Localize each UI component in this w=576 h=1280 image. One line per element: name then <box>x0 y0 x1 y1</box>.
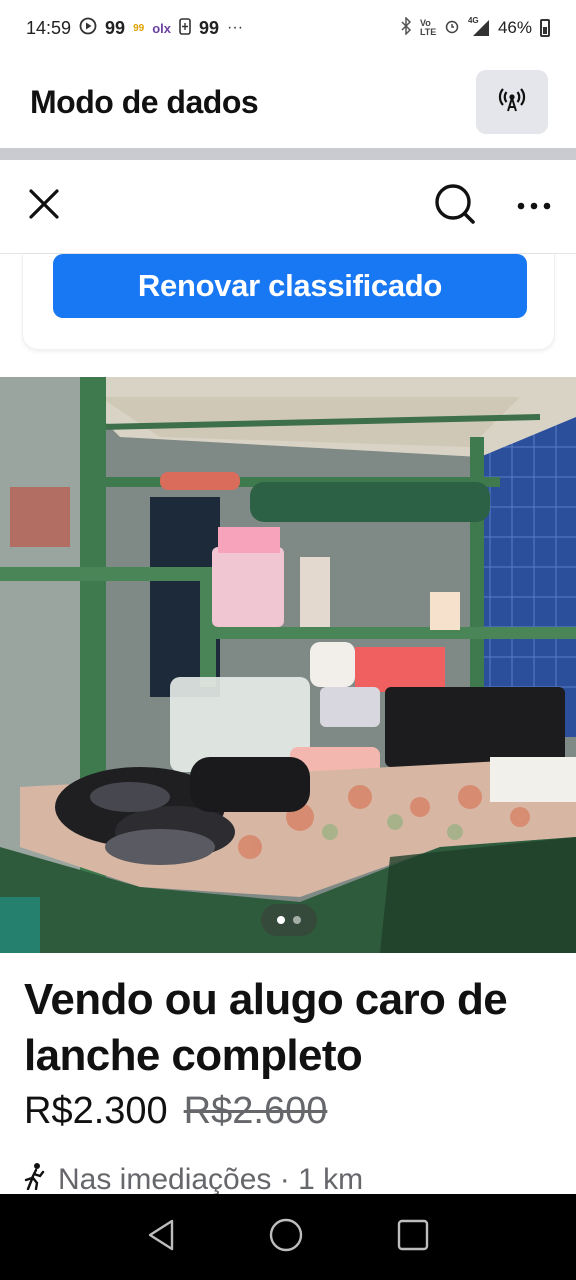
bluetooth-icon <box>400 16 412 39</box>
listing-photo[interactable] <box>0 377 576 953</box>
recents-icon <box>396 1219 430 1256</box>
olx-icon: olx <box>152 20 171 36</box>
carousel-dot-2 <box>293 916 301 924</box>
data-mode-button[interactable] <box>476 70 548 134</box>
back-button[interactable] <box>146 1218 176 1257</box>
app-badge-99-small: 99 <box>133 22 145 34</box>
status-right: Vo LTE 4G 46% <box>400 16 550 39</box>
more-icon <box>516 198 552 215</box>
location-text: Nas imediações · 1 km <box>58 1163 364 1196</box>
volte-icon: Vo LTE <box>419 18 437 37</box>
app-badge-99: 99 <box>105 17 126 38</box>
listing-price: R$2.300 <box>24 1090 168 1132</box>
close-icon <box>27 187 61 226</box>
broadcast-icon <box>497 85 527 120</box>
battery-saver-icon <box>179 17 191 40</box>
divider <box>0 148 576 160</box>
back-icon <box>146 1219 176 1256</box>
more-button[interactable] <box>516 198 552 216</box>
price-row: R$2.300 R$2.600 <box>24 1090 327 1133</box>
alarm-icon <box>444 18 460 38</box>
android-nav-bar <box>0 1194 576 1280</box>
play-icon <box>79 17 97 40</box>
renew-listing-button[interactable]: Renovar classificado <box>53 254 527 318</box>
data-mode-header: Modo de dados <box>0 56 576 148</box>
home-icon <box>268 1218 304 1257</box>
listing-title: Vendo ou alugo caro de lanche completo <box>24 975 508 1080</box>
battery-percentage: 46% <box>497 18 532 37</box>
carousel-dot-1 <box>277 916 285 924</box>
more-notifications-icon: ··· <box>227 19 244 36</box>
recents-button[interactable] <box>396 1218 430 1257</box>
status-bar: 14:59 99 99 olx 99 ··· Vo LTE 4G 46% <box>0 0 576 56</box>
listing-photo-illustration <box>0 377 576 953</box>
status-time: 14:59 <box>26 17 72 38</box>
app-badge-99-second: 99 <box>199 17 220 38</box>
listing-old-price: R$2.600 <box>183 1090 328 1132</box>
status-left: 14:59 99 99 olx 99 ··· <box>26 17 243 40</box>
signal-icon: 4G <box>468 16 490 37</box>
search-button[interactable] <box>434 183 476 230</box>
data-mode-title: Modo de dados <box>30 83 259 120</box>
renew-card: Renovar classificado <box>22 254 555 350</box>
battery-icon <box>540 19 550 37</box>
walking-icon <box>22 1162 48 1198</box>
listing-location: Nas imediações · 1 km <box>22 1162 363 1198</box>
close-button[interactable] <box>24 187 64 227</box>
search-icon <box>434 184 476 229</box>
listing-nav-bar <box>0 160 576 254</box>
carousel-indicator <box>261 904 317 936</box>
nav-actions <box>434 183 552 230</box>
home-button[interactable] <box>268 1217 304 1258</box>
